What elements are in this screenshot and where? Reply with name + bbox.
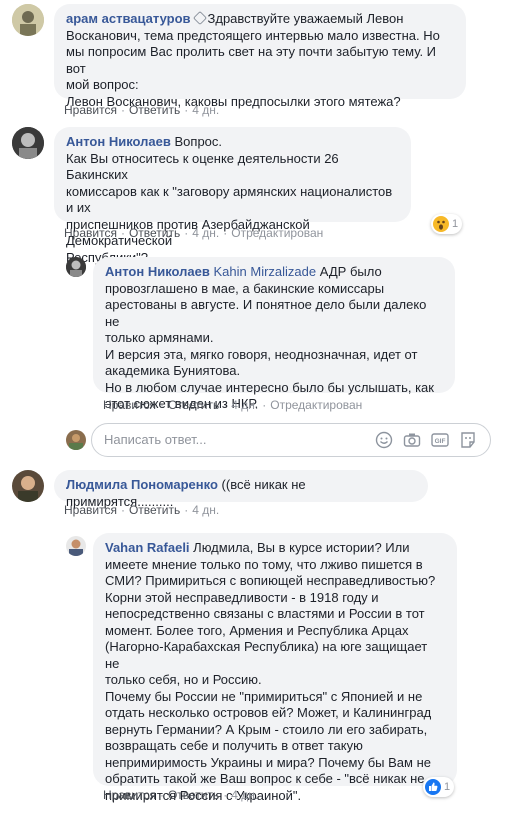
reply-link[interactable]: Ответить bbox=[129, 226, 180, 240]
timestamp[interactable]: 4 дн. bbox=[192, 503, 219, 517]
timestamp[interactable]: 4 дн. bbox=[231, 398, 258, 412]
comment-actions: Нравится · Ответить · 4 дн. · Отредактирован bbox=[103, 398, 363, 412]
comment-text: АДР было bbox=[319, 264, 382, 279]
gif-icon[interactable]: GIF bbox=[431, 431, 449, 449]
verified-icon bbox=[192, 10, 207, 26]
comment-bubble: Людмила Пономаренко ((всё никак не прими… bbox=[54, 470, 428, 509]
comment-text: имеете мнение только по тому, что лживо … bbox=[105, 556, 423, 572]
like-icon bbox=[425, 779, 441, 795]
comment-bubble: Антон Николаев Kahin Mirzalizade АДР был… bbox=[93, 257, 455, 411]
reaction-count: 1 bbox=[452, 218, 459, 230]
comment-text: мой вопрос: bbox=[66, 77, 139, 92]
like-link[interactable]: Нравится bbox=[64, 103, 117, 117]
reply-input[interactable]: Написать ответ... GIF bbox=[91, 423, 491, 457]
comment-text: вернуть Германии? А Крым - стоило ли его… bbox=[105, 721, 428, 737]
comment-text: момент. Более того, Армения и Республика… bbox=[105, 622, 409, 638]
edited-label[interactable]: Отредактирован bbox=[231, 226, 323, 240]
comment-actions: Нравится · Ответить · 4 дн. bbox=[103, 788, 259, 802]
current-user-avatar bbox=[66, 430, 86, 450]
comment-text: арестованы в августе. И понятное дело бы… bbox=[105, 297, 427, 329]
timestamp[interactable]: 4 дн. bbox=[192, 226, 219, 240]
mention-link[interactable]: Kahin Mirzalizade bbox=[214, 264, 317, 279]
avatar[interactable] bbox=[12, 127, 44, 159]
timestamp[interactable]: 4 дн. bbox=[192, 103, 219, 117]
edited-label[interactable]: Отредактирован bbox=[270, 398, 362, 412]
comment-text: обратить такой же Ваш вопрос к себе - "в… bbox=[105, 771, 425, 786]
reply-placeholder: Написать ответ... bbox=[104, 432, 207, 447]
camera-icon[interactable] bbox=[403, 431, 421, 449]
comment-bubble: арам аствацатуров Здравствуйте уважаемый … bbox=[54, 4, 466, 109]
like-link[interactable]: Нравится bbox=[103, 398, 156, 412]
comment-text: отдать несколько островов ей? Может, и К… bbox=[105, 705, 432, 720]
comment-text: непримиримость Украины и мира? Почему бы… bbox=[105, 754, 431, 770]
reaction-badge[interactable]: 1 bbox=[423, 777, 455, 797]
reaction-badge[interactable]: 1 bbox=[431, 214, 463, 234]
comment-text: академика Буниятова. bbox=[105, 363, 241, 378]
comment-text: И версия эта, мягко говоря, неоднозначна… bbox=[105, 346, 418, 362]
reply-link[interactable]: Ответить bbox=[168, 398, 219, 412]
comment-bubble: Vahan Rafaeli Людмила, Вы в курсе истори… bbox=[93, 533, 457, 803]
avatar[interactable] bbox=[12, 4, 44, 36]
like-link[interactable]: Нравится bbox=[64, 503, 117, 517]
comment-text: только армянами. bbox=[105, 330, 214, 345]
reply-link[interactable]: Ответить bbox=[129, 503, 180, 517]
comment-text: только себя, но и Россию. bbox=[105, 672, 262, 687]
comment-text: непосредственно связаны с властями и Рос… bbox=[105, 606, 425, 621]
comment-author[interactable]: арам аствацатуров bbox=[66, 11, 191, 26]
reply-link[interactable]: Ответить bbox=[168, 788, 219, 802]
timestamp[interactable]: 4 дн. bbox=[231, 788, 258, 802]
comment-actions: Нравится · Ответить · 4 дн. bbox=[64, 103, 220, 117]
comment-bubble: Антон Николаев Вопрос. Как Вы относитесь… bbox=[54, 127, 411, 265]
svg-text:GIF: GIF bbox=[435, 438, 446, 445]
comment-actions: Нравится · Ответить · 4 дн. bbox=[64, 503, 220, 517]
avatar[interactable] bbox=[12, 470, 44, 502]
reaction-count: 1 bbox=[444, 781, 451, 793]
like-link[interactable]: Нравится bbox=[103, 788, 156, 802]
comment-author[interactable]: Антон Николаев bbox=[66, 134, 171, 149]
reply-link[interactable]: Ответить bbox=[129, 103, 180, 117]
sticker-icon[interactable] bbox=[459, 431, 477, 449]
comment-author[interactable]: Vahan Rafaeli bbox=[105, 540, 190, 555]
comment-text: Корни этой несправедливости - в 1918 год… bbox=[105, 589, 379, 605]
comment-text: СМИ? Примириться с вопиющей несправедлив… bbox=[105, 573, 436, 588]
comment-text: Здравствуйте уважаемый Левон bbox=[207, 11, 404, 26]
comment-text: Как Вы относитесь к оценке деятельности … bbox=[66, 150, 339, 183]
comment-text: мы попросим Вас пролить свет на эту почт… bbox=[66, 44, 437, 76]
comment-text: Восканович, тема предстоящего интервью м… bbox=[66, 27, 440, 43]
comment-text: (Нагорно-Карабахская Республика) на юге … bbox=[105, 639, 428, 671]
comment-text: провозглашено в мае, а бакинские комисса… bbox=[105, 280, 385, 296]
comment-text: Почему бы России не "примириться" с Япон… bbox=[105, 688, 423, 704]
comment-author[interactable]: Людмила Пономаренко bbox=[66, 477, 218, 492]
comment-actions: Нравится · Ответить · 4 дн. · Отредактирован bbox=[64, 226, 324, 240]
comment-text: возвращать себе и получить в ответ такую bbox=[105, 738, 363, 753]
comment-text: Вопрос. bbox=[174, 134, 223, 149]
like-link[interactable]: Нравится bbox=[64, 226, 117, 240]
avatar[interactable] bbox=[66, 536, 86, 556]
comment-author[interactable]: Антон Николаев bbox=[105, 264, 210, 279]
comment-text: комиссаров как к "заговору армянских нац… bbox=[66, 183, 393, 216]
avatar[interactable] bbox=[66, 257, 86, 277]
wow-icon bbox=[433, 216, 449, 232]
emoji-icon[interactable] bbox=[375, 431, 393, 449]
comment-text: Людмила, Вы в курсе истории? Или bbox=[193, 540, 410, 555]
comment-text: Но в любом случае интересно было бы услы… bbox=[105, 379, 434, 395]
